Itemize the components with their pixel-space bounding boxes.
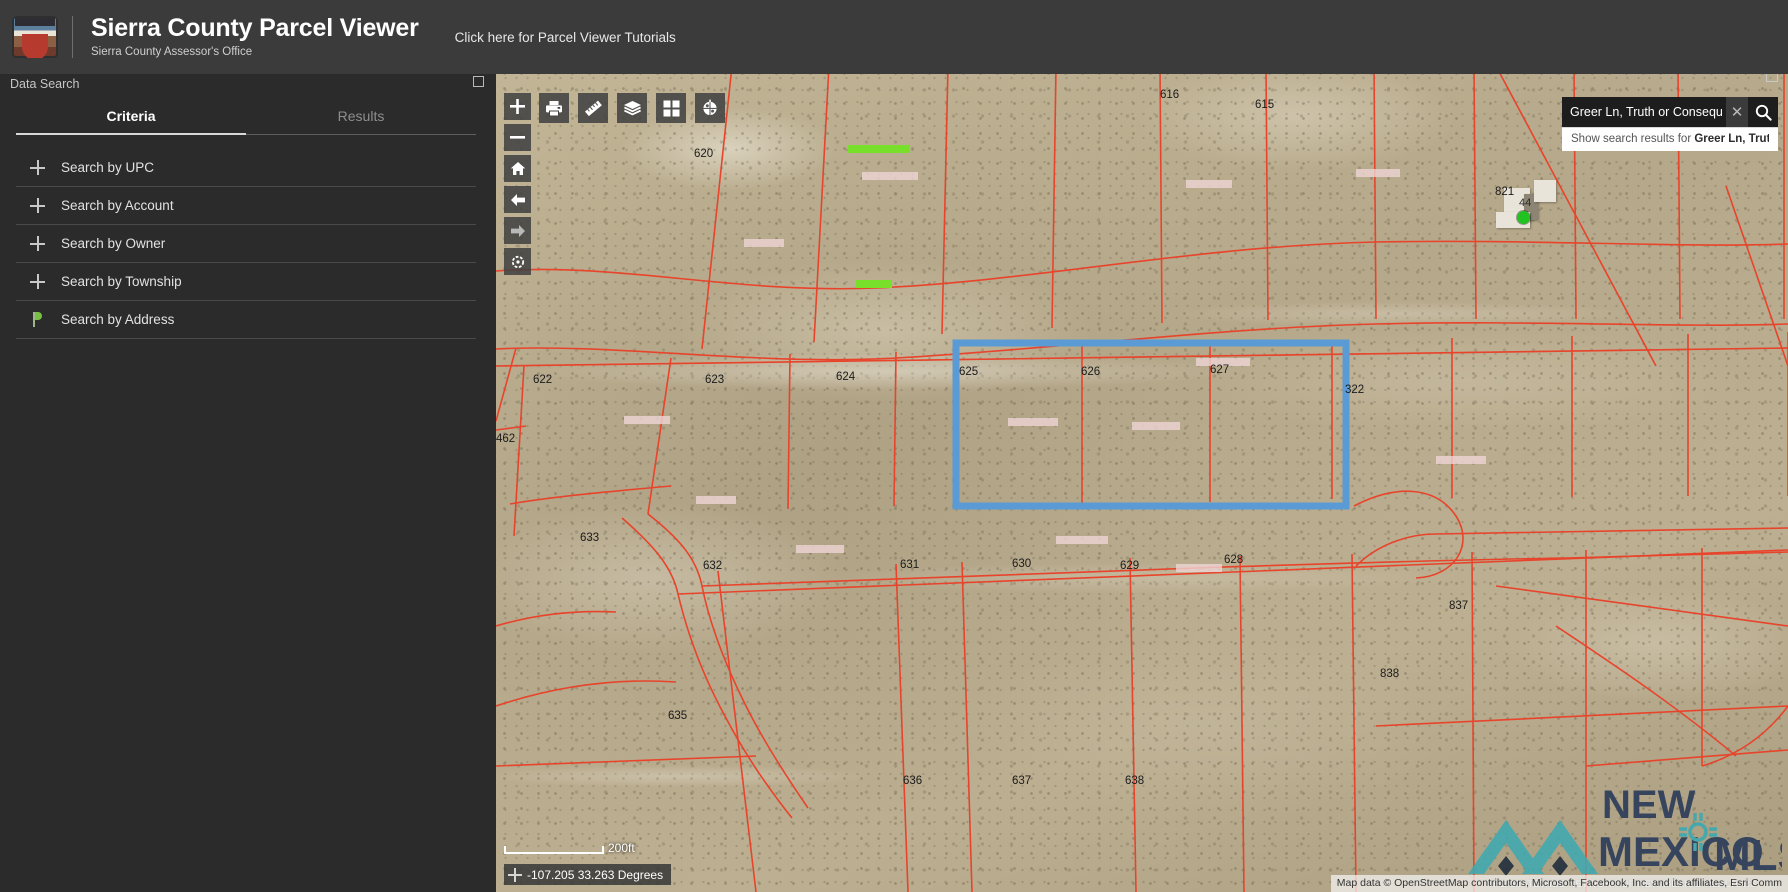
tab-results[interactable]: Results [246,104,476,134]
suggestion-term: Greer Ln, Trut… [1694,133,1769,145]
plus-icon [30,236,45,251]
tab-active-underline [16,133,246,135]
zoom-out-button[interactable] [504,124,531,151]
header-divider [72,16,73,58]
criteria-label: Search by UPC [61,160,154,175]
locate-crosshair-icon [510,254,526,270]
magnifier-icon [1755,104,1772,121]
sierra-county-seal-icon [12,16,58,58]
building-footprint [1534,180,1556,202]
collapse-panel-icon[interactable] [473,76,484,87]
coordinates-widget[interactable]: -107.205 33.263 Degrees [504,864,671,885]
printer-icon [545,100,563,117]
panel-title: Data Search [10,77,79,91]
criteria-label: Search by Address [61,312,174,327]
search-submit-button[interactable] [1748,97,1778,127]
parcel-boundary-layer [496,66,1788,892]
search-bar: ✕ [1562,97,1778,127]
arrow-left-icon [510,193,526,207]
selected-parcel-highlight [956,343,1346,506]
zoom-in-button[interactable] [504,93,531,120]
layer-list-button[interactable] [617,93,647,123]
map-pin-icon [30,312,45,327]
plus-icon [30,198,45,213]
crosshair-icon [508,868,522,882]
locate-button[interactable] [504,248,531,275]
tutorial-link[interactable]: Click here for Parcel Viewer Tutorials [455,30,676,45]
criteria-label: Search by Township [61,274,182,289]
map-search-widget: ✕ Show search results for Greer Ln, Trut… [1562,97,1778,151]
next-extent-button[interactable] [504,217,531,244]
page-title: Sierra County Parcel Viewer [91,14,419,42]
search-by-address-row[interactable]: Search by Address [16,301,476,339]
map-navigation-toolbar [504,93,531,275]
plus-icon [30,160,45,175]
scale-bar: 200ft [504,846,604,854]
previous-extent-button[interactable] [504,186,531,213]
minus-icon [510,130,525,145]
coordinates-text: -107.205 33.263 Degrees [527,868,663,882]
search-by-upc-row[interactable]: Search by UPC [16,149,476,187]
building-footprint [1496,212,1530,228]
scale-bar-line [504,846,604,854]
globe-icon [701,99,719,117]
search-suggestions-dropdown: Show search results for Greer Ln, Trut… [1562,127,1778,151]
plus-icon [510,99,525,114]
close-x-icon[interactable]: ✕ [1726,97,1748,127]
scale-bar-label: 200ft [608,841,635,855]
criteria-label: Search by Account [61,198,174,213]
grid-squares-icon [663,100,680,117]
home-icon [510,161,526,176]
app-header: Sierra County Parcel Viewer Sierra Count… [0,0,1788,74]
ruler-icon [584,99,603,118]
print-button[interactable] [539,93,569,123]
search-by-account-row[interactable]: Search by Account [16,187,476,225]
arrow-right-icon [510,224,526,238]
basemap-gallery-button[interactable] [656,93,686,123]
title-block: Sierra County Parcel Viewer Sierra Count… [91,14,419,60]
search-input[interactable] [1562,97,1726,127]
page-subtitle: Sierra County Assessor's Office [91,44,419,60]
draw-button[interactable] [695,93,725,123]
search-by-township-row[interactable]: Search by Township [16,263,476,301]
search-by-owner-row[interactable]: Search by Owner [16,225,476,263]
map-attribution: Map data © OpenStreetMap contributors, M… [1331,875,1788,892]
criteria-label: Search by Owner [61,236,165,251]
criteria-list: Search by UPC Search by Account Search b… [16,149,476,339]
map-tools-toolbar [539,93,725,123]
map-canvas[interactable]: 44 [496,66,1788,892]
layers-icon [623,100,642,117]
search-suggestion-item[interactable]: Show search results for Greer Ln, Trut… [1571,133,1769,145]
suggestion-prefix: Show search results for [1571,133,1694,145]
tab-criteria[interactable]: Criteria [16,104,246,134]
data-search-panel: Data Search Criteria Results Search by U… [0,66,492,892]
plus-icon [30,274,45,289]
panel-tabs: Criteria Results [16,104,476,135]
measure-button[interactable] [578,93,608,123]
home-extent-button[interactable] [504,155,531,182]
